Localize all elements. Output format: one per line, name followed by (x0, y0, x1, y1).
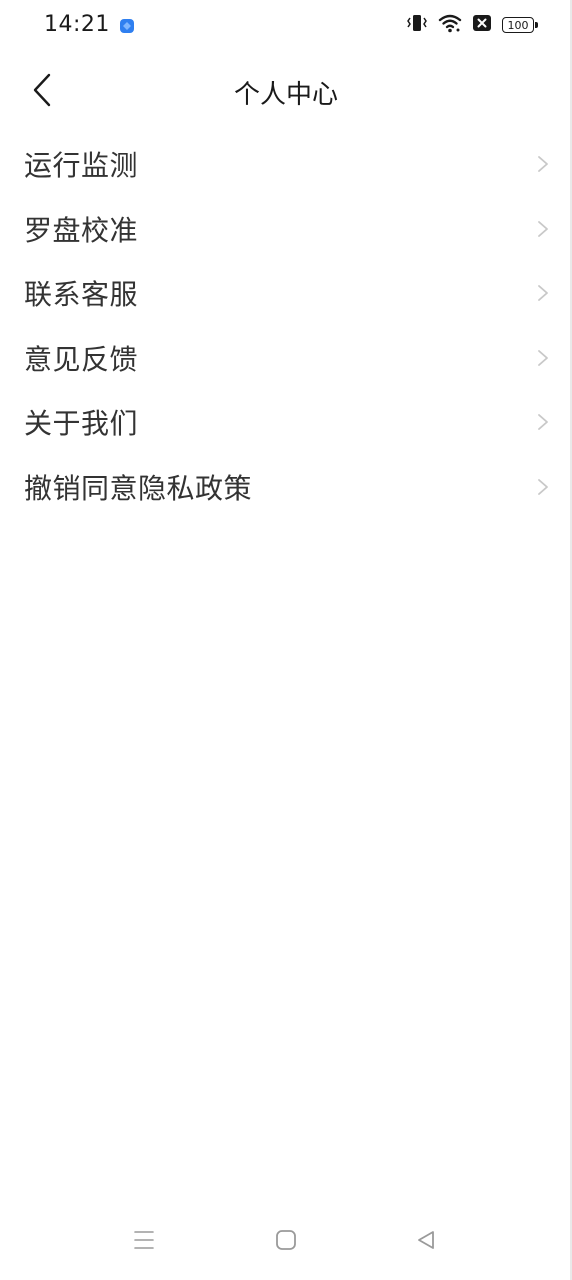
chevron-right-icon (536, 154, 550, 174)
menu-item-label: 罗盘校准 (24, 213, 139, 247)
menu-item-feedback[interactable]: 意见反馈 (0, 326, 572, 391)
app-notification-icon (118, 17, 136, 35)
menu-item-revoke-privacy-consent[interactable]: 撤销同意隐私政策 (0, 455, 572, 520)
wifi-icon (438, 13, 462, 37)
sim-blocked-icon (472, 14, 492, 36)
menu-item-about-us[interactable]: 关于我们 (0, 390, 572, 455)
chevron-right-icon (536, 412, 550, 432)
menu-item-running-monitor[interactable]: 运行监测 (0, 132, 572, 197)
page-title: 个人中心 (233, 80, 338, 110)
page-header: 个人中心 (0, 62, 572, 122)
menu-item-label: 运行监测 (24, 149, 139, 183)
menu-icon (133, 1229, 155, 1255)
status-time: 14:21 (44, 12, 110, 37)
menu-item-label: 意见反馈 (24, 342, 139, 376)
chevron-right-icon (536, 219, 550, 239)
chevron-right-icon (536, 283, 550, 303)
settings-menu-list: 运行监测 罗盘校准 联系客服 意见反馈 关于我们 撤销同意隐私政策 (0, 132, 572, 519)
chevron-right-icon (536, 348, 550, 368)
battery-level: 100 (507, 18, 529, 32)
menu-item-label: 撤销同意隐私政策 (24, 471, 253, 505)
battery-icon: 100 (502, 17, 538, 33)
status-bar: 14:21 100 (0, 0, 572, 50)
menu-item-label: 关于我们 (24, 407, 139, 441)
status-icons: 100 (406, 13, 538, 37)
system-back-button[interactable] (406, 1222, 446, 1262)
menu-item-compass-calibration[interactable]: 罗盘校准 (0, 197, 572, 262)
system-nav-bar (0, 1200, 572, 1280)
home-icon (275, 1229, 297, 1255)
chevron-right-icon (536, 477, 550, 497)
recent-apps-button[interactable] (124, 1222, 164, 1262)
back-triangle-icon (415, 1229, 437, 1255)
menu-item-contact-support[interactable]: 联系客服 (0, 261, 572, 326)
home-button[interactable] (266, 1222, 306, 1262)
menu-item-label: 联系客服 (24, 278, 139, 312)
vibrate-icon (406, 13, 428, 37)
